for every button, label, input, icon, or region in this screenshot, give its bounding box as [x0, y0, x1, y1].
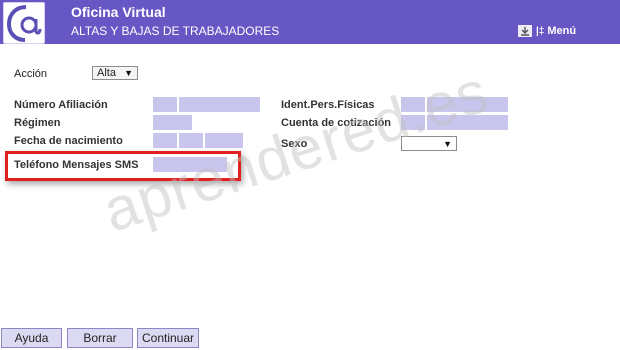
header-bar: Oficina Virtual ALTAS Y BAJAS DE TRABAJA… — [0, 0, 620, 44]
continuar-button[interactable]: Continuar — [137, 328, 199, 348]
menu-label: Menú — [547, 25, 577, 37]
accion-value: Alta — [97, 67, 116, 79]
dropdown-arrow-icon: ▼ — [124, 68, 133, 78]
menu-button[interactable]: |‡ Menú — [518, 24, 576, 38]
regimen-label: Régimen — [14, 117, 61, 129]
numero-afiliacion-field-2[interactable] — [179, 97, 260, 112]
at-sign-logo-icon — [3, 2, 45, 44]
borrar-button[interactable]: Borrar — [67, 328, 133, 348]
regimen-field[interactable] — [153, 115, 192, 130]
app-title: Oficina Virtual — [71, 4, 166, 20]
accion-select[interactable]: Alta ▼ — [92, 66, 138, 80]
numero-afiliacion-field-1[interactable] — [153, 97, 177, 112]
dropdown-arrow-icon: ▼ — [443, 138, 452, 149]
numero-afiliacion-label: Número Afiliación — [14, 99, 108, 111]
fecha-nacimiento-label: Fecha de nacimiento — [14, 135, 123, 147]
page-subtitle: ALTAS Y BAJAS DE TRABAJADORES — [71, 24, 280, 38]
menu-grid-icon: |‡ — [536, 25, 545, 37]
accion-label: Acción — [14, 68, 48, 80]
fecha-dia-field[interactable] — [153, 133, 177, 148]
download-icon — [518, 25, 532, 37]
ayuda-button[interactable]: Ayuda — [1, 328, 62, 348]
